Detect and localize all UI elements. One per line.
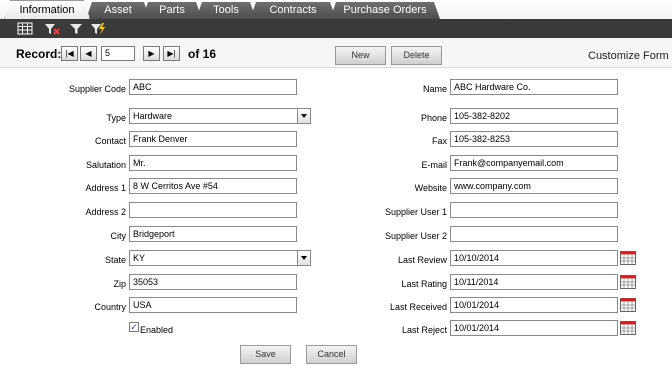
state-label: State [104,255,126,265]
state-select[interactable]: KY [129,250,311,266]
city-field[interactable]: Bridgeport [129,226,297,242]
type-label: Type [106,113,126,123]
last-reject-label: Last Reject [401,325,447,335]
contact-field[interactable]: Frank Denver [129,131,297,147]
last-rating-field[interactable]: 10/11/2014 [450,274,618,290]
city-label: City [110,231,127,241]
tab-asset[interactable]: Asset [86,2,150,19]
zip-label: Zip [113,279,126,289]
email-field[interactable]: Frank@companyemail.com [450,155,618,171]
supplier-user2-label: Supplier User 2 [384,231,447,241]
supplier-user1-field[interactable] [450,202,618,218]
previous-record-icon: ◀ [85,49,92,58]
name-label: Name [422,84,447,94]
type-value: Hardware [133,111,173,121]
phone-field[interactable]: 105-382-8202 [450,108,618,124]
first-record-icon: |◀ [65,49,74,58]
supplier-code-label: Supplier Code [68,84,126,94]
salutation-field[interactable]: Mr. [129,155,297,171]
country-label: Country [94,302,126,312]
toolbar [0,19,672,38]
tab-information[interactable]: Information [4,0,90,19]
name-field[interactable]: ABC Hardware Co. [450,79,618,95]
enabled-label: Enabled [140,325,174,335]
calendar-icon[interactable] [620,321,636,335]
tab-tools[interactable]: Tools [196,2,256,19]
type-dropdown-icon[interactable] [297,109,310,123]
first-record-button[interactable]: |◀ [61,46,78,61]
checkmark-icon: ✓ [130,322,138,332]
supplier-code-field[interactable]: ABC [129,79,297,95]
cancel-button[interactable]: Cancel [306,345,357,364]
record-number-input[interactable]: 5 [101,46,135,61]
tab-contracts[interactable]: Contracts [250,2,336,19]
last-review-label: Last Review [397,255,447,265]
last-review-field[interactable]: 10/10/2014 [450,250,618,266]
supplier-user2-field[interactable] [450,226,618,242]
tab-bar: Asset Parts Tools Contracts Purchase Ord… [0,0,672,19]
previous-record-button[interactable]: ◀ [80,46,97,61]
fax-label: Fax [431,136,447,146]
type-select[interactable]: Hardware [129,108,311,124]
customize-form-link[interactable]: Customize Form [588,50,669,62]
next-record-icon: ▶ [148,49,155,58]
website-label: Website [414,183,447,193]
phone-label: Phone [420,113,447,123]
address1-field[interactable]: 8 W Cerritos Ave #54 [129,178,297,194]
fax-field[interactable]: 105-382-8253 [450,131,618,147]
salutation-label: Salutation [85,160,126,170]
record-label: Record: [16,47,62,61]
next-record-button[interactable]: ▶ [143,46,160,61]
save-button[interactable]: Save [240,345,291,364]
tab-parts[interactable]: Parts [142,2,202,19]
filter-icon[interactable] [69,21,85,36]
grid-icon[interactable] [17,21,33,36]
tab-purchase-orders[interactable]: Purchase Orders [330,2,440,19]
last-rating-label: Last Rating [401,279,447,289]
filter-clear-icon[interactable] [44,21,60,36]
last-received-field[interactable]: 10/01/2014 [450,297,618,313]
new-button[interactable]: New [335,46,386,65]
record-navigation-bar: Record: |◀ ◀ 5 ▶ ▶| of 16 New Delete Cus… [0,38,672,68]
enabled-checkbox[interactable]: ✓ [129,322,139,332]
website-field[interactable]: www.company.com [450,178,618,194]
address1-label: Address 1 [85,183,126,193]
calendar-icon[interactable] [620,298,636,312]
delete-button[interactable]: Delete [391,46,442,65]
last-reject-field[interactable]: 10/01/2014 [450,320,618,336]
country-field[interactable]: USA [129,297,297,313]
contact-label: Contact [94,136,126,146]
last-received-label: Last Received [389,302,447,312]
filter-apply-icon[interactable] [90,21,106,36]
address2-label: Address 2 [85,207,126,217]
address2-field[interactable] [129,202,297,218]
calendar-icon[interactable] [620,275,636,289]
supplier-user1-label: Supplier User 1 [384,207,447,217]
last-record-button[interactable]: ▶| [163,46,180,61]
calendar-icon[interactable] [620,251,636,265]
zip-field[interactable]: 35053 [129,274,297,290]
state-value: KY [133,253,146,263]
last-record-icon: ▶| [167,49,176,58]
state-dropdown-icon[interactable] [297,251,310,265]
email-label: E-mail [421,160,447,170]
record-count: of 16 [188,47,217,61]
